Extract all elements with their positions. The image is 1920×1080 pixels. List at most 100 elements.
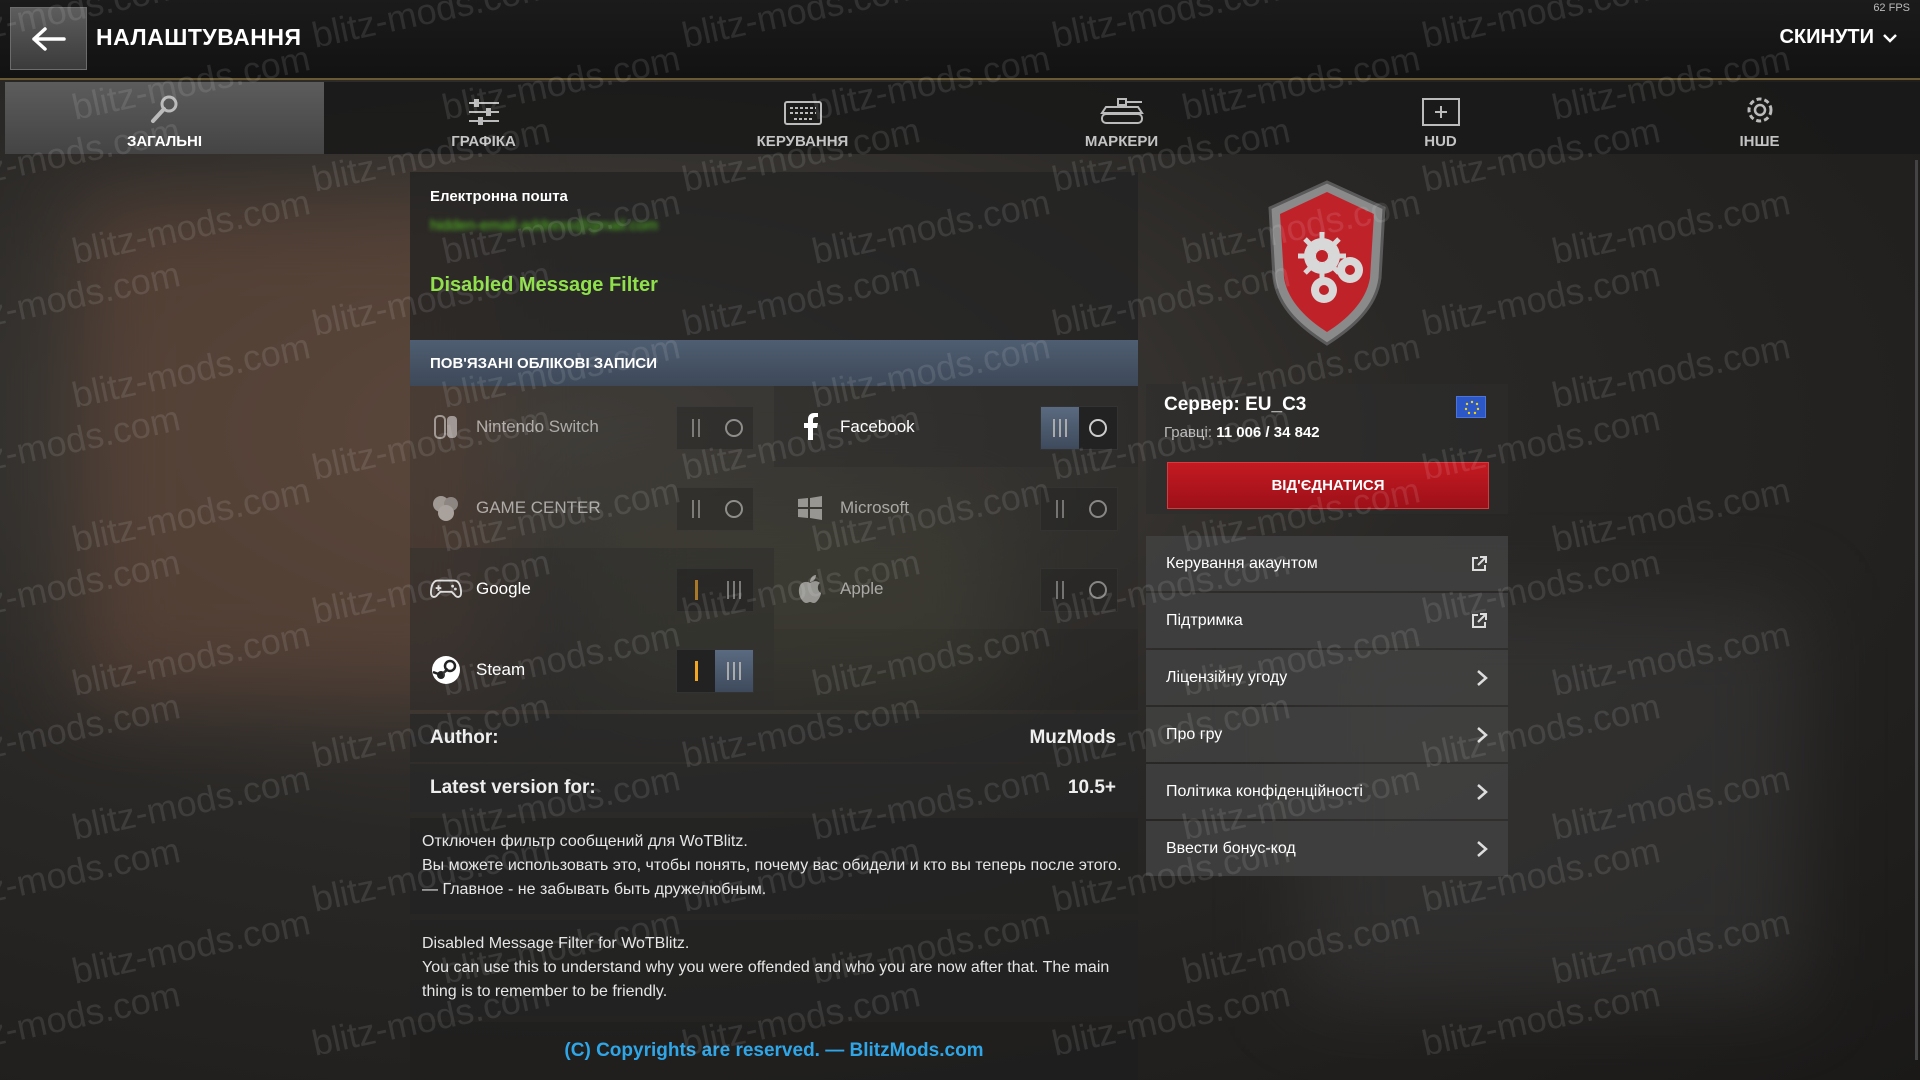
desc-ru-line-1: Отключен фильтр сообщений для WoTBlitz. xyxy=(422,833,748,850)
linked-account-apple: Apple xyxy=(774,548,1138,629)
menu-item-label: Політика конфіденційності xyxy=(1166,782,1363,800)
external-link-icon xyxy=(1472,555,1487,571)
chevron-right-icon xyxy=(1477,726,1488,743)
hud-icon xyxy=(1421,98,1460,126)
fps-counter: 62 FPS xyxy=(1873,2,1910,14)
desc-en-line-2: You can use this to understand why you w… xyxy=(422,959,1110,1000)
players-value: 11 006 / 34 842 xyxy=(1216,424,1320,441)
chevron-right-icon xyxy=(1477,840,1488,857)
players-label: Гравці: xyxy=(1164,424,1213,441)
scrollbar[interactable] xyxy=(1915,160,1918,1060)
email-block: Електронна пошта hidden-email-address@gm… xyxy=(410,172,1138,340)
nintendo-switch-icon xyxy=(430,411,462,443)
tab-hud[interactable]: HUD xyxy=(1281,82,1600,154)
disconnect-button[interactable]: ВІД'ЄДНАТИСЯ xyxy=(1167,462,1489,509)
tab-label: КЕРУВАННЯ xyxy=(756,133,849,150)
tab-label: МАРКЕРИ xyxy=(1084,133,1159,150)
reset-button[interactable]: СКИНУТИ xyxy=(1779,26,1898,49)
account-name: Microsoft xyxy=(840,497,909,517)
account-name: GAME CENTER xyxy=(476,497,601,517)
sliders-icon xyxy=(468,99,499,125)
chevron-right-icon xyxy=(1477,669,1488,686)
watermark-text: blitz-mods.com xyxy=(68,757,314,848)
reset-label: СКИНУТИ xyxy=(1779,26,1874,48)
watermark-text: blitz-mods.com xyxy=(0,829,184,920)
gamepad-icon xyxy=(430,573,462,605)
watermark-text: blitz-mods.com xyxy=(1418,253,1664,344)
tab-markers[interactable]: МАРКЕРИ xyxy=(962,82,1281,154)
linked-account-steam: Steam xyxy=(410,629,774,710)
menu-item-label: Про гру xyxy=(1166,725,1223,743)
link-toggle[interactable] xyxy=(1040,406,1118,450)
account-menu: Керування акаунтом Підтримка Ліцензійну … xyxy=(1146,536,1508,878)
tab-graphics[interactable]: ГРАФІКА xyxy=(324,82,643,154)
tab-label: HUD xyxy=(1424,133,1457,150)
menu-item-label: Ввести бонус-код xyxy=(1166,839,1296,857)
game-center-icon xyxy=(430,492,462,524)
account-name: Steam xyxy=(476,659,526,679)
version-value: 10.5+ xyxy=(1067,777,1116,798)
author-label: Author: xyxy=(430,727,499,748)
empty-slot xyxy=(774,629,1138,710)
version-label: Latest version for: xyxy=(430,777,596,798)
linked-accounts-grid: Nintendo Switch Facebook GAME CENTER Mic… xyxy=(410,386,1138,710)
account-name: Apple xyxy=(840,578,884,598)
tab-label: ІНШЕ xyxy=(1739,133,1780,150)
copyright-text: (C) Copyrights are reserved. — BlitzMods… xyxy=(410,1022,1138,1080)
link-toggle[interactable] xyxy=(1040,568,1118,612)
mod-title: Disabled Message Filter xyxy=(430,274,658,296)
chevron-right-icon xyxy=(1477,783,1488,800)
email-value: hidden-email-address@gmail.com xyxy=(430,217,658,234)
steam-icon xyxy=(430,654,462,686)
menu-bonus-code[interactable]: Ввести бонус-код xyxy=(1146,821,1508,876)
settings-tabs: ЗАГАЛЬНІ ГРАФІКА КЕРУВАННЯ МАРКЕРИ HUD І… xyxy=(5,82,1920,154)
menu-item-label: Керування акаунтом xyxy=(1166,554,1318,572)
watermark-text: blitz-mods.com xyxy=(1548,325,1794,416)
eu-flag-icon xyxy=(1456,396,1486,418)
description-ru: Отключен фильтр сообщений для WoTBlitz. … xyxy=(410,818,1138,914)
arrow-left-icon xyxy=(31,26,66,51)
menu-license[interactable]: Ліцензійну угоду xyxy=(1146,650,1508,705)
tab-controls[interactable]: КЕРУВАННЯ xyxy=(643,82,962,154)
facebook-icon xyxy=(794,411,826,443)
linked-accounts-header: ПОВ'ЯЗАНІ ОБЛІКОВІ ЗАПИСИ xyxy=(410,340,1138,386)
menu-item-label: Підтримка xyxy=(1166,611,1243,629)
link-toggle[interactable] xyxy=(676,568,754,612)
external-link-icon xyxy=(1472,612,1487,628)
tab-other[interactable]: ІНШЕ xyxy=(1600,82,1919,154)
linked-account-microsoft: Microsoft xyxy=(774,467,1138,548)
link-toggle[interactable] xyxy=(676,649,754,693)
account-emblem-icon xyxy=(1262,178,1392,353)
chevron-down-icon xyxy=(1883,33,1897,43)
linked-account-game-center: GAME CENTER xyxy=(410,467,774,548)
menu-support[interactable]: Підтримка xyxy=(1146,593,1508,648)
link-toggle[interactable] xyxy=(676,406,754,450)
players-count: Гравці: 11 006 / 34 842 xyxy=(1164,424,1490,441)
back-button[interactable] xyxy=(10,7,87,70)
menu-about[interactable]: Про гру xyxy=(1146,707,1508,762)
apple-icon xyxy=(794,573,826,605)
menu-privacy[interactable]: Політика конфіденційності xyxy=(1146,764,1508,819)
page-title: НАЛАШТУВАННЯ xyxy=(96,24,302,50)
top-bar: НАЛАШТУВАННЯ СКИНУТИ 62 FPS xyxy=(0,0,1920,80)
link-toggle[interactable] xyxy=(676,487,754,531)
account-name: Facebook xyxy=(840,416,915,436)
desc-en-line-1: Disabled Message Filter for WoTBlitz. xyxy=(422,935,690,952)
linked-account-nintendo-switch: Nintendo Switch xyxy=(410,386,774,467)
account-name: Google xyxy=(476,578,531,598)
email-label: Електронна пошта xyxy=(430,188,568,205)
wrench-icon xyxy=(150,95,177,123)
watermark-text: blitz-mods.com xyxy=(1548,469,1794,560)
author-row: Author: MuzMods xyxy=(410,714,1138,762)
link-toggle[interactable] xyxy=(1040,487,1118,531)
tab-general[interactable]: ЗАГАЛЬНІ xyxy=(5,82,324,154)
linked-account-google: Google xyxy=(410,548,774,629)
author-value: MuzMods xyxy=(1029,727,1116,748)
menu-item-label: Ліцензійну угоду xyxy=(1166,668,1288,686)
watermark-text: blitz-mods.com xyxy=(1548,181,1794,272)
menu-account-management[interactable]: Керування акаунтом xyxy=(1146,536,1508,591)
description-en: Disabled Message Filter for WoTBlitz. Yo… xyxy=(410,920,1138,1016)
tab-label: ГРАФІКА xyxy=(451,133,516,150)
account-name: Nintendo Switch xyxy=(476,416,599,436)
account-panel: Електронна пошта hidden-email-address@gm… xyxy=(410,172,1138,1080)
